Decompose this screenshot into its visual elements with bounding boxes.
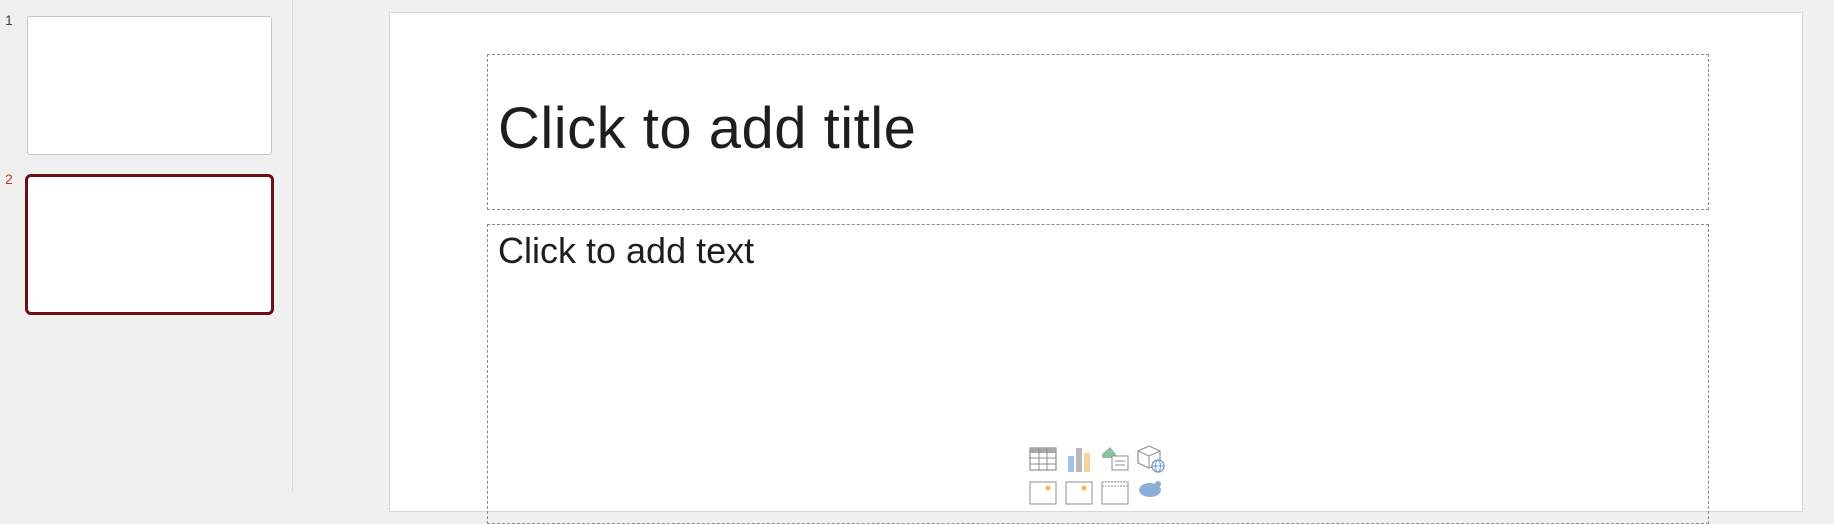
slide-number-1: 1 — [5, 12, 13, 28]
slide-thumbnail-pane[interactable]: 1 2 — [0, 0, 293, 492]
icons-icon[interactable] — [1136, 480, 1166, 510]
online-picture-icon[interactable] — [1064, 480, 1094, 510]
content-placeholder-text: Click to add text — [498, 230, 755, 271]
picture-icon[interactable] — [1028, 480, 1058, 510]
smartart-icon[interactable] — [1100, 444, 1130, 474]
table-icon[interactable] — [1028, 444, 1058, 474]
3d-model-icon[interactable] — [1136, 444, 1166, 474]
slide-thumbnail-2[interactable] — [25, 174, 274, 315]
chart-icon[interactable] — [1064, 444, 1094, 474]
title-placeholder-text: Click to add title — [498, 96, 917, 161]
video-icon[interactable] — [1100, 480, 1130, 510]
content-insert-icons — [1028, 444, 1168, 505]
slide-thumbnail-1[interactable] — [27, 16, 272, 155]
slide-number-2: 2 — [5, 171, 13, 187]
